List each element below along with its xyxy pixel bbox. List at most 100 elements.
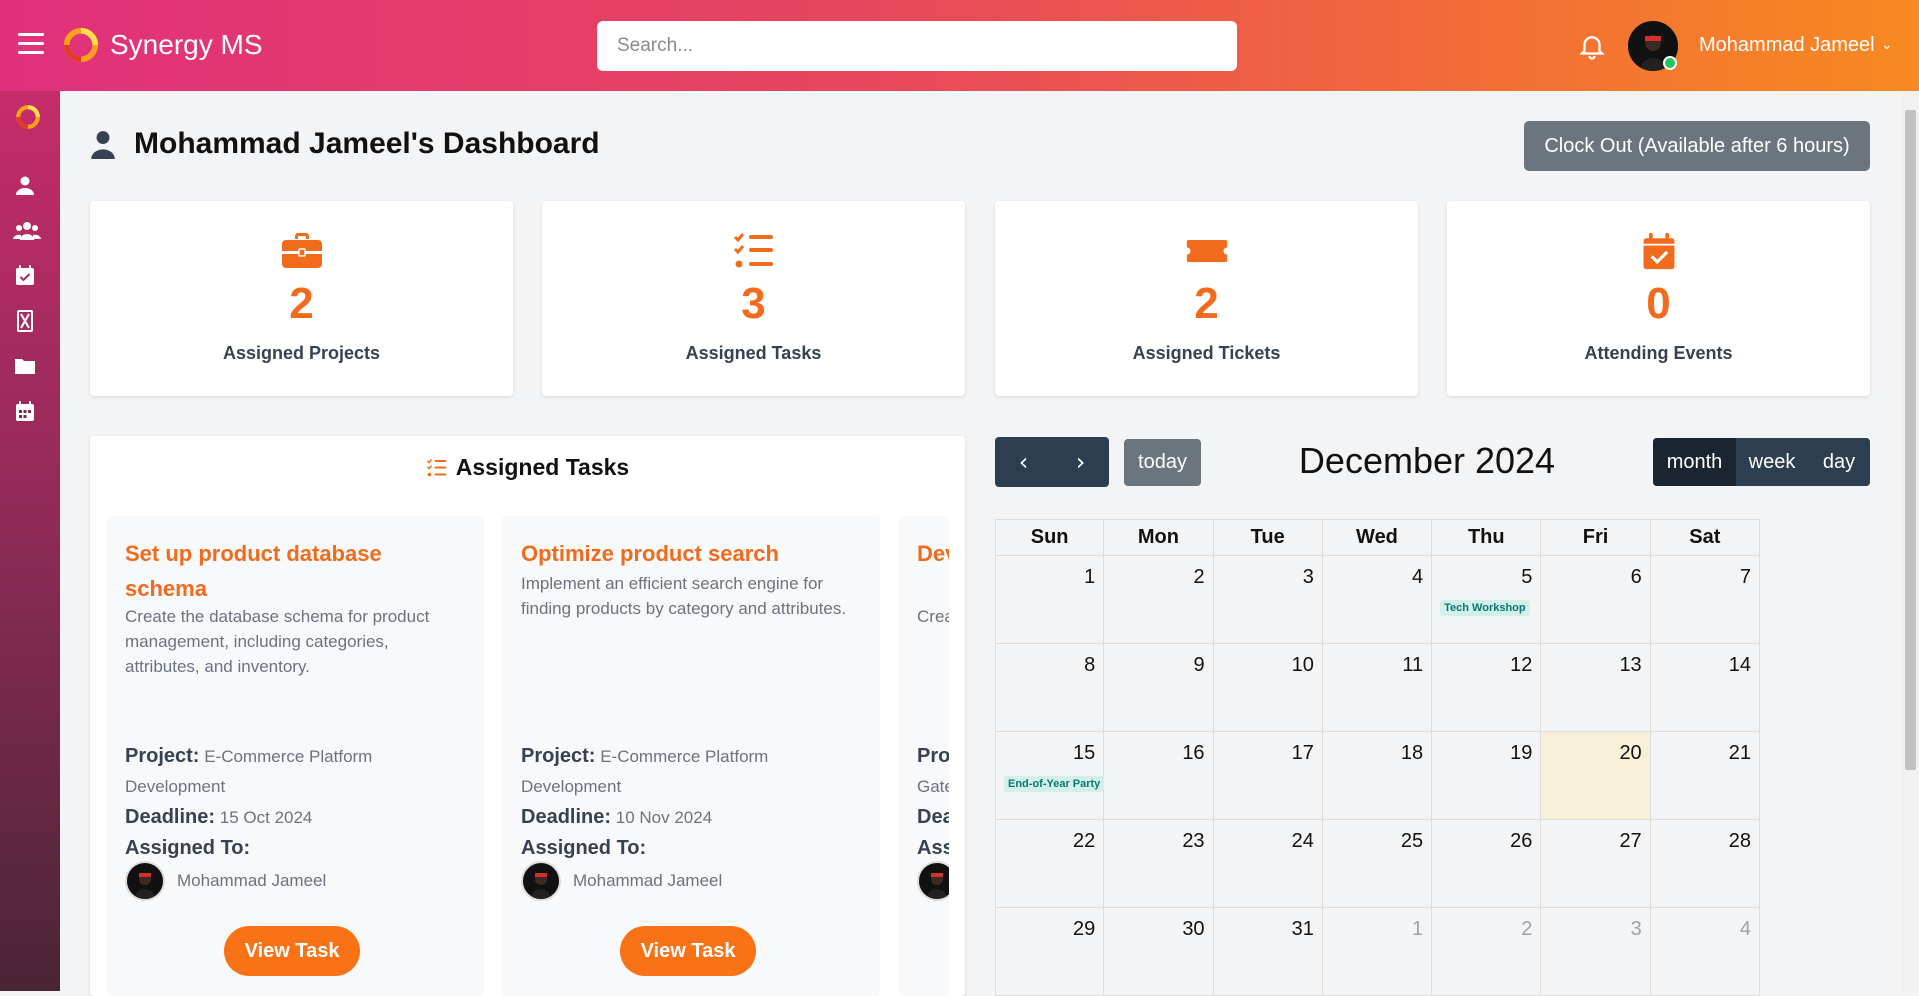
day-number[interactable]: 17 (1292, 742, 1314, 765)
day-number[interactable]: 3 (1303, 566, 1314, 589)
day-number[interactable]: 28 (1729, 830, 1751, 853)
calendar-day[interactable]: 18 (1322, 732, 1433, 820)
search-input[interactable] (597, 21, 1237, 71)
calendar-day[interactable]: 11 (1322, 644, 1433, 732)
sidebar-logo-icon[interactable] (14, 103, 42, 131)
calendar-day[interactable]: 16 (1104, 732, 1214, 820)
stat-card-projects[interactable]: 2 Assigned Projects (90, 201, 513, 396)
calendar-day[interactable]: 1 (995, 556, 1105, 644)
day-number[interactable]: 5 (1521, 566, 1532, 589)
calendar-day[interactable]: 29 (995, 908, 1105, 996)
calendar-day[interactable]: 5 Tech Workshop (1432, 556, 1542, 644)
calendar-day[interactable]: 24 (1213, 820, 1323, 908)
calendar-day[interactable]: 9 (1104, 644, 1214, 732)
day-number[interactable]: 31 (1292, 918, 1314, 941)
day-number[interactable]: 2 (1193, 566, 1204, 589)
task-title[interactable]: Set up product database schema (125, 536, 465, 606)
next-month-button[interactable]: › (1052, 437, 1109, 487)
day-number[interactable]: 4 (1740, 918, 1751, 941)
day-number[interactable]: 24 (1292, 830, 1314, 853)
calendar-day-today[interactable]: 20 (1541, 732, 1651, 820)
prev-month-button[interactable]: ‹ (995, 437, 1052, 487)
day-number[interactable]: 8 (1084, 654, 1095, 677)
brand[interactable]: Synergy MS (62, 26, 263, 64)
sidebar-user-icon[interactable] (13, 173, 37, 197)
day-number[interactable]: 3 (1631, 918, 1642, 941)
day-number[interactable]: 4 (1412, 566, 1423, 589)
calendar-event[interactable]: End-of-Year Party (1004, 776, 1105, 792)
calendar-day[interactable]: 3 (1541, 908, 1651, 996)
calendar-event[interactable]: Tech Workshop (1440, 600, 1530, 616)
stat-card-tasks[interactable]: 3 Assigned Tasks (542, 201, 965, 396)
calendar-day[interactable]: 15 End-of-Year Party (995, 732, 1105, 820)
calendar-day[interactable]: 7 (1650, 556, 1760, 644)
day-number[interactable]: 1 (1412, 918, 1423, 941)
day-number[interactable]: 16 (1182, 742, 1204, 765)
day-number[interactable]: 14 (1729, 654, 1751, 677)
day-number[interactable]: 19 (1510, 742, 1532, 765)
sidebar-folder-icon[interactable] (13, 354, 37, 378)
day-number[interactable]: 12 (1510, 654, 1532, 677)
day-number[interactable]: 13 (1619, 654, 1641, 677)
sidebar-users-icon[interactable] (13, 218, 41, 242)
day-number[interactable]: 10 (1292, 654, 1314, 677)
calendar-day[interactable]: 2 (1104, 556, 1214, 644)
day-number[interactable]: 20 (1619, 742, 1641, 765)
calendar-day[interactable]: 2 (1432, 908, 1542, 996)
day-number[interactable]: 9 (1193, 654, 1204, 677)
task-carousel[interactable]: Set up product database schema Create th… (106, 516, 949, 996)
day-number[interactable]: 26 (1510, 830, 1532, 853)
calendar-day[interactable]: 17 (1213, 732, 1323, 820)
notification-bell-icon[interactable] (1577, 30, 1607, 62)
calendar-day[interactable]: 25 (1322, 820, 1433, 908)
task-title[interactable]: Dev gat (917, 536, 949, 571)
day-number[interactable]: 7 (1740, 566, 1751, 589)
stat-card-events[interactable]: 0 Attending Events (1447, 201, 1870, 396)
view-task-button[interactable]: View Task (620, 926, 756, 976)
day-number[interactable]: 2 (1521, 918, 1532, 941)
stat-card-tickets[interactable]: 2 Assigned Tickets (995, 201, 1418, 396)
day-number[interactable]: 27 (1619, 830, 1641, 853)
view-day-button[interactable]: day (1808, 438, 1870, 486)
calendar-day[interactable]: 21 (1650, 732, 1760, 820)
calendar-day[interactable]: 13 (1541, 644, 1651, 732)
calendar-day[interactable]: 1 (1322, 908, 1433, 996)
calendar-day[interactable]: 6 (1541, 556, 1651, 644)
day-number[interactable]: 25 (1401, 830, 1423, 853)
menu-toggle-icon[interactable] (18, 33, 44, 55)
day-number[interactable]: 6 (1631, 566, 1642, 589)
day-number[interactable]: 1 (1084, 566, 1095, 589)
view-week-button[interactable]: week (1736, 438, 1808, 486)
sidebar-hourglass-icon[interactable] (13, 309, 37, 333)
calendar-day[interactable]: 23 (1104, 820, 1214, 908)
calendar-day[interactable]: 30 (1104, 908, 1214, 996)
day-number[interactable]: 15 (1073, 742, 1095, 765)
calendar-day[interactable]: 26 (1432, 820, 1542, 908)
task-title[interactable]: Optimize product search (521, 536, 861, 571)
calendar-day[interactable]: 31 (1213, 908, 1323, 996)
sidebar-calendar-check-icon[interactable] (13, 263, 37, 287)
calendar-day[interactable]: 19 (1432, 732, 1542, 820)
day-number[interactable]: 29 (1073, 918, 1095, 941)
calendar-day[interactable]: 12 (1432, 644, 1542, 732)
calendar-day[interactable]: 8 (995, 644, 1105, 732)
day-number[interactable]: 23 (1182, 830, 1204, 853)
calendar-day[interactable]: 3 (1213, 556, 1323, 644)
today-button[interactable]: today (1124, 439, 1201, 486)
user-name[interactable]: Mohammad Jameel (1699, 34, 1875, 57)
calendar-day[interactable]: 4 (1650, 908, 1760, 996)
scrollbar-thumb[interactable] (1905, 110, 1916, 770)
calendar-day[interactable]: 14 (1650, 644, 1760, 732)
calendar-day[interactable]: 22 (995, 820, 1105, 908)
calendar-day[interactable]: 28 (1650, 820, 1760, 908)
view-task-button[interactable]: View Task (224, 926, 360, 976)
day-number[interactable]: 18 (1401, 742, 1423, 765)
day-number[interactable]: 22 (1073, 830, 1095, 853)
day-number[interactable]: 11 (1402, 654, 1423, 677)
calendar-day[interactable]: 4 (1322, 556, 1433, 644)
day-number[interactable]: 21 (1729, 742, 1751, 765)
view-month-button[interactable]: month (1653, 438, 1736, 486)
day-number[interactable]: 30 (1182, 918, 1204, 941)
chevron-down-icon[interactable]: ⌄ (1881, 36, 1893, 53)
sidebar-calendar-icon[interactable] (13, 399, 37, 423)
